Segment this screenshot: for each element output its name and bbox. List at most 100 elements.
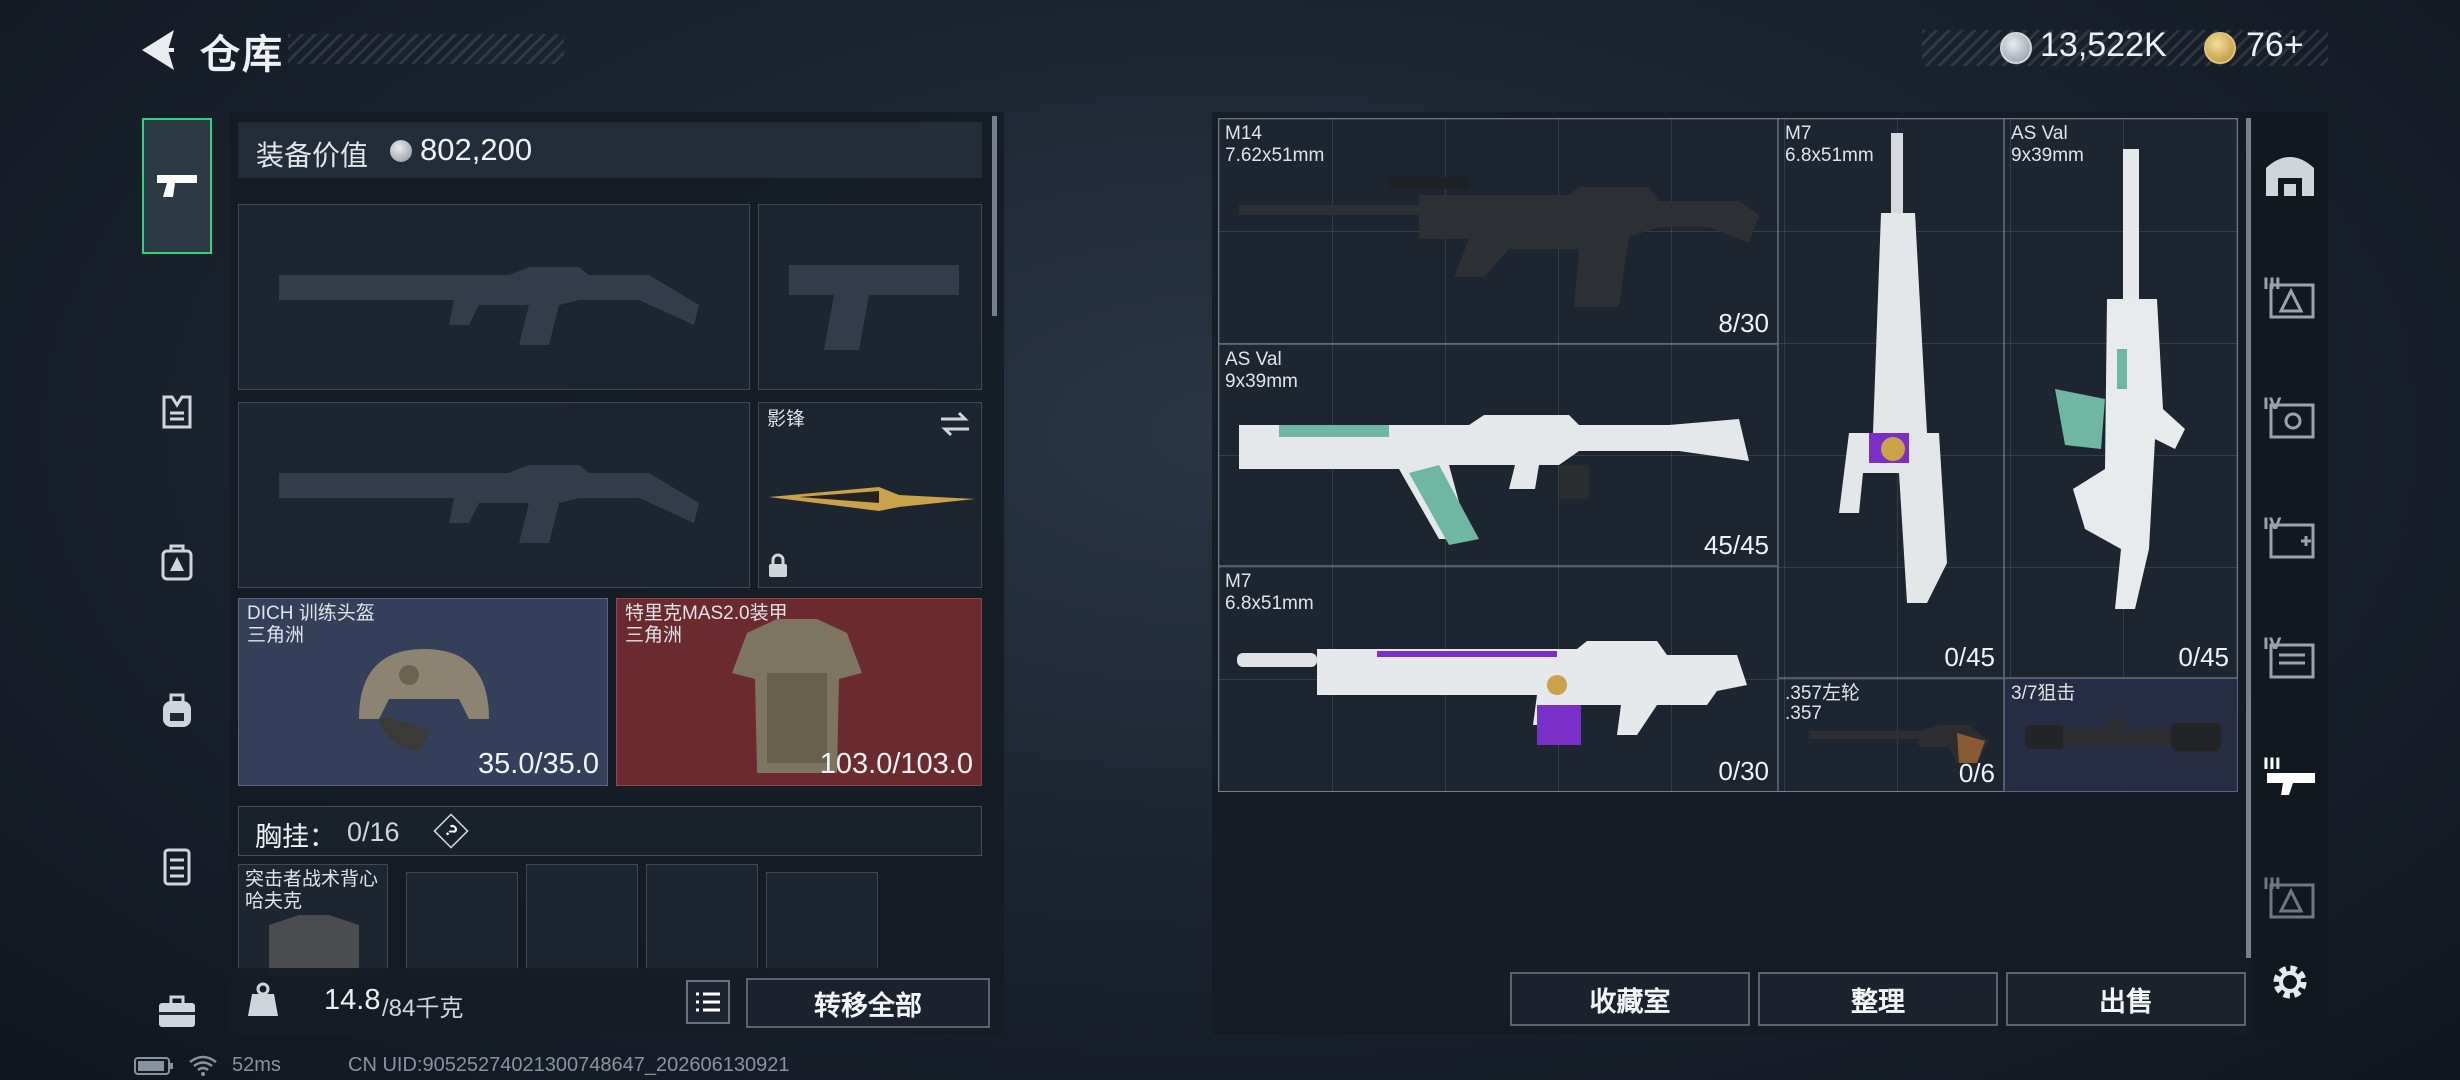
silver-coin-icon: [390, 140, 412, 162]
rifle-asval-icon: [1239, 415, 1749, 545]
weight-current: 14.8: [324, 984, 381, 1016]
backpack-icon: [163, 693, 191, 727]
weight-bar: 14.8 /84千克 转移全部: [230, 968, 1004, 1034]
item-count: 8/30: [1718, 308, 1769, 338]
sell-button[interactable]: 出售: [2006, 972, 2246, 1026]
chest-rig-label: 胸挂：: [255, 822, 336, 852]
tab-storage-4b[interactable]: IV: [2258, 502, 2322, 568]
storage-level-3-icon: III: [2263, 274, 2315, 319]
item-count: 0/30: [1718, 756, 1769, 786]
rifle-asval-icon: [2055, 149, 2185, 609]
transfer-all-button[interactable]: 转移全部: [746, 978, 990, 1028]
rifle-m7-icon: [1839, 133, 1947, 603]
item-count: 0/45: [2178, 642, 2229, 672]
vest-icon: [162, 395, 192, 429]
helmet-slot[interactable]: DICH 训练头盔 三角洲 35.0/35.0: [238, 598, 608, 786]
equipment-value-row: 装备价值 802,200: [238, 122, 982, 178]
rifle-m7-icon: [1237, 641, 1747, 745]
storage-item-revolver[interactable]: .357左轮 .357 0/6: [1778, 678, 2004, 792]
storage-item-asval-vertical[interactable]: AS Val 9x39mm 0/45: [2004, 118, 2238, 678]
item-name: 3/7狙击: [2011, 683, 2076, 704]
page-title: 仓库: [200, 33, 284, 77]
helmet-name: DICH 训练头盔: [247, 603, 375, 624]
primary-weapon-slot[interactable]: [238, 204, 750, 390]
backpack-alert-icon: [161, 544, 193, 581]
storage-scrollbar[interactable]: [2246, 118, 2251, 958]
coin-value[interactable]: 76+: [2246, 26, 2304, 65]
weight-max: /84千克: [382, 995, 464, 1022]
svg-text:III: III: [2263, 754, 2281, 773]
storage-level-3-icon: III: [2263, 874, 2315, 919]
collection-room-button[interactable]: 收藏室: [1510, 972, 1750, 1026]
chest-rig-slot[interactable]: [766, 872, 878, 974]
item-caliber: 6.8x51mm: [1225, 593, 1314, 614]
item-name: AS Val: [1225, 349, 1282, 370]
loadout-panel: 装备价值 802,200 影锋 DICH 训练头盔 三角洲 35.0/35.0 …: [230, 112, 1004, 1034]
medical-storage-icon: IV: [2263, 514, 2315, 559]
tab-backpack-alert[interactable]: [142, 532, 212, 592]
lock-icon: [769, 553, 787, 577]
back-button[interactable]: [130, 22, 182, 78]
item-count: 0/6: [1958, 758, 1995, 788]
battery-icon: [134, 1057, 173, 1075]
tab-case[interactable]: [142, 982, 212, 1042]
pistol-icon: [157, 175, 197, 197]
tab-storage-home[interactable]: [2258, 142, 2322, 208]
tab-storage-weapons[interactable]: III: [2258, 742, 2322, 808]
chest-rig-header: 胸挂： 0/16 ?: [238, 806, 982, 856]
chest-rig-slot[interactable]: [526, 864, 638, 974]
tab-storage-3[interactable]: III: [2258, 262, 2322, 328]
armor-slot[interactable]: 特里克MAS2.0装甲 三角洲 103.0/103.0: [616, 598, 982, 786]
sort-button[interactable]: 整理: [1758, 972, 1998, 1026]
storage-item-scope[interactable]: 3/7狙击: [2004, 678, 2238, 792]
helmet-durability: 35.0/35.0: [478, 748, 599, 780]
settings-button[interactable]: [2258, 950, 2322, 1014]
item-name: M7: [1785, 123, 1812, 144]
gear-icon: [2273, 965, 2307, 999]
rifle-silhouette-icon: [279, 465, 699, 543]
helmet-faction: 三角洲: [247, 625, 305, 646]
tab-storage-4a[interactable]: IV: [2258, 382, 2322, 448]
equipment-value: 802,200: [420, 132, 533, 167]
tab-chest-rig[interactable]: [142, 382, 212, 442]
tab-safe-box[interactable]: [142, 836, 212, 896]
item-name: AS Val: [2011, 123, 2068, 144]
secondary-weapon-slot[interactable]: [238, 402, 750, 588]
category-tab-bar: [134, 112, 220, 1027]
chest-rig-capacity: 0/16: [347, 817, 400, 847]
item-name: M7: [1225, 571, 1252, 592]
storage-panel: M14 7.62x51mm 8/30 M7 6.8x51mm 0/45 AS V…: [1212, 112, 2328, 1034]
melee-slot[interactable]: 影锋: [758, 402, 982, 588]
storage-item-m14[interactable]: M14 7.62x51mm 8/30: [1218, 118, 1778, 344]
scope-icon: [2025, 719, 2221, 751]
storage-item-asval[interactable]: AS Val 9x39mm 45/45: [1218, 344, 1778, 566]
briefcase-icon: [159, 995, 195, 1027]
pistol-silhouette-icon: [789, 265, 959, 350]
storage-item-m7-vertical[interactable]: M7 6.8x51mm 0/45: [1778, 118, 2004, 678]
tab-backpack[interactable]: [142, 680, 212, 740]
wifi-icon: [189, 1055, 217, 1076]
rifle-m14-icon: [1239, 177, 1759, 307]
chest-rig-slot[interactable]: [406, 872, 518, 974]
document-storage-icon: IV: [2263, 634, 2315, 679]
safe-box-icon: [163, 848, 191, 886]
ping-value: 52ms: [232, 1054, 281, 1076]
chest-rig-slot[interactable]: [646, 864, 758, 974]
tab-weapons[interactable]: [142, 118, 212, 254]
list-view-button[interactable]: [686, 980, 730, 1024]
swap-icon[interactable]: [939, 411, 971, 437]
tab-storage-4c[interactable]: IV: [2258, 622, 2322, 688]
tab-storage-3b[interactable]: III: [2258, 862, 2322, 928]
loadout-scrollbar[interactable]: [992, 116, 997, 316]
chest-rig-item[interactable]: 突击者战术背心 哈夫克: [238, 864, 388, 975]
chest-rig-item-name: 突击者战术背心: [245, 869, 379, 890]
currency-value: 13,522K: [2040, 26, 2167, 64]
chest-rig-help-icon[interactable]: ?: [433, 813, 469, 849]
item-count: 45/45: [1703, 530, 1769, 560]
pistol-slot[interactable]: [758, 204, 982, 390]
tactical-vest-icon: [269, 915, 359, 975]
storage-item-m7[interactable]: M7 6.8x51mm 0/30: [1218, 566, 1778, 792]
armor-faction: 三角洲: [625, 625, 683, 646]
armor-durability: 103.0/103.0: [819, 748, 973, 780]
equipment-value-label: 装备价值: [256, 140, 369, 171]
